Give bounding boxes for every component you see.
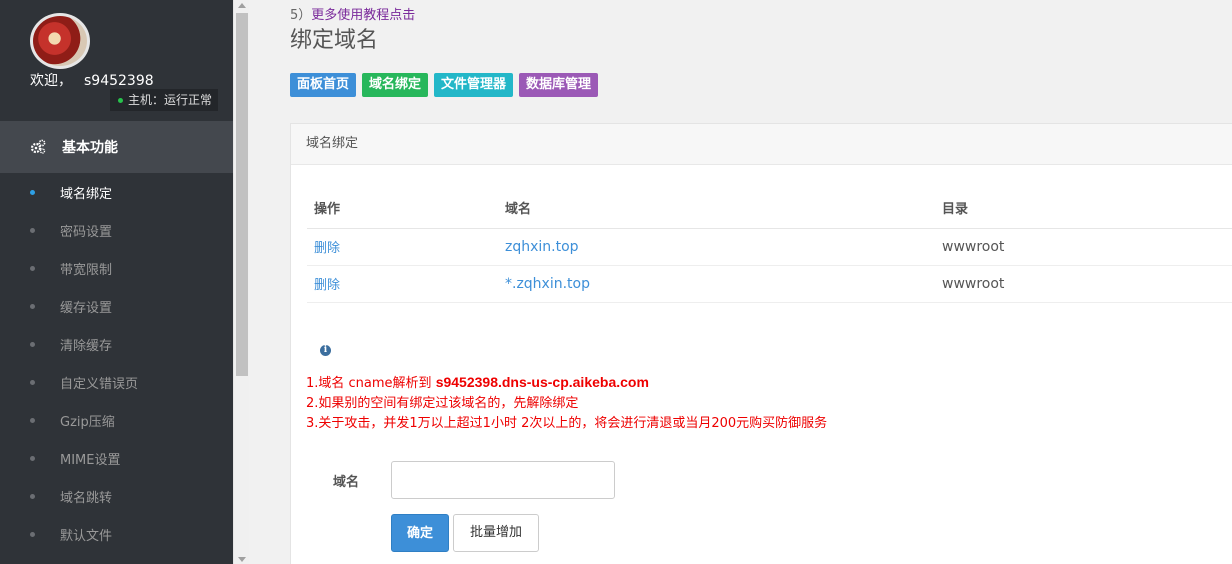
sidebar-item-label: 自定义错误页 <box>60 376 139 392</box>
panel-home-button[interactable]: 面板首页 <box>290 73 357 97</box>
bullet-icon <box>30 531 35 537</box>
sidebar-item-label: MIME设置 <box>60 452 121 468</box>
note-line-3: 3.关于攻击，并发1万以上超过1小时 2次以上的，将会进行清退或当月200元购买… <box>306 416 828 431</box>
sidebar: 欢迎， s9452398 主机：运行正常 基本功能 域名绑定 密码设置 带宽限制 … <box>0 0 233 564</box>
delete-link[interactable]: 删除 <box>307 265 505 303</box>
sidebar-item-domain-binding[interactable]: 域名绑定 <box>0 173 233 211</box>
note-line-1-text: 1.域名 cname解析到 <box>306 376 436 391</box>
bullet-icon <box>30 227 35 233</box>
domain-binding-button[interactable]: 域名绑定 <box>362 73 429 97</box>
domain-table: 操作 域名 目录 删除 zqhxin.top wwwroot 删除 *.zqhx… <box>307 187 1232 303</box>
quick-nav-buttons: 面板首页 域名绑定 文件管理器 数据库管理 <box>290 73 599 97</box>
sidebar-item-cache-settings[interactable]: 缓存设置 <box>0 287 233 325</box>
scroll-up-arrow-icon[interactable] <box>238 3 246 8</box>
sidebar-item-domain-redirect[interactable]: 域名跳转 <box>0 477 233 515</box>
status-dot-icon <box>118 98 123 103</box>
domain-field-label: 域名 <box>333 475 360 490</box>
directory-cell: wwwroot <box>942 265 1232 303</box>
welcome-text: 欢迎， s9452398 <box>30 70 154 90</box>
host-status-badge: 主机：运行正常 <box>110 89 219 111</box>
sidebar-item-gzip[interactable]: Gzip压缩 <box>0 401 233 439</box>
sidebar-item-label: 域名跳转 <box>60 490 113 506</box>
info-icon: i <box>320 345 331 356</box>
binding-notes: 1.域名 cname解析到 s9452398.dns-us-cp.aikeba.… <box>306 372 827 434</box>
sidebar-item-label: 默认文件 <box>60 528 113 544</box>
gears-icon <box>30 139 46 154</box>
column-header-directory: 目录 <box>942 187 1232 229</box>
column-header-action: 操作 <box>307 187 505 229</box>
note-line-1: 1.域名 cname解析到 s9452398.dns-us-cp.aikeba.… <box>306 372 827 394</box>
table-header-row: 操作 域名 目录 <box>307 187 1232 229</box>
bullet-icon <box>30 341 35 347</box>
sidebar-section-basic[interactable]: 基本功能 <box>0 121 233 173</box>
sidebar-item-error-pages[interactable]: 自定义错误页 <box>0 363 233 401</box>
avatar[interactable] <box>30 13 90 69</box>
sidebar-section-title: 基本功能 <box>62 140 118 156</box>
bullet-icon <box>30 265 35 271</box>
username: s9452398 <box>84 73 154 89</box>
sidebar-item-label: 密码设置 <box>60 224 113 240</box>
column-header-domain: 域名 <box>505 187 942 229</box>
profile-area: 欢迎， s9452398 主机：运行正常 <box>0 0 233 120</box>
breadcrumb: 5）更多使用教程点击 <box>290 4 415 23</box>
host-status-text: 主机：运行正常 <box>128 93 213 107</box>
bullet-icon <box>30 379 35 385</box>
sidebar-item-bandwidth[interactable]: 带宽限制 <box>0 249 233 287</box>
sidebar-scrollbar[interactable] <box>233 0 249 564</box>
directory-cell: wwwroot <box>942 228 1232 266</box>
sidebar-menu: 域名绑定 密码设置 带宽限制 缓存设置 清除缓存 自定义错误页 Gzip压缩 M… <box>0 173 233 553</box>
sidebar-item-label: 带宽限制 <box>60 262 113 278</box>
batch-add-button[interactable]: 批量增加 <box>453 514 539 552</box>
sidebar-item-mime[interactable]: MIME设置 <box>0 439 233 477</box>
domain-cell[interactable]: *.zqhxin.top <box>505 265 942 303</box>
sidebar-item-label: 缓存设置 <box>60 300 113 316</box>
sidebar-item-default-file[interactable]: 默认文件 <box>0 515 233 553</box>
main-content: 5）更多使用教程点击 绑定域名 面板首页 域名绑定 文件管理器 数据库管理 域名… <box>249 0 1232 564</box>
domain-binding-panel: 域名绑定 操作 域名 目录 删除 zqhxin.top wwwroot 删除 *… <box>290 123 1232 564</box>
file-manager-button[interactable]: 文件管理器 <box>434 73 514 97</box>
note-line-2: 2.如果别的空间有绑定过该域名的，先解除绑定 <box>306 396 579 411</box>
sidebar-item-label: 域名绑定 <box>60 186 113 202</box>
bullet-icon <box>30 455 35 461</box>
bullet-icon <box>30 189 35 195</box>
sidebar-item-label: Gzip压缩 <box>60 414 115 430</box>
table-row: 删除 *.zqhxin.top wwwroot <box>307 265 1232 303</box>
tutorial-link[interactable]: 更多使用教程点击 <box>311 8 415 23</box>
breadcrumb-prefix: 5） <box>290 8 312 23</box>
bullet-icon <box>30 417 35 423</box>
page-title: 绑定域名 <box>290 28 379 53</box>
cname-target: s9452398.dns-us-cp.aikeba.com <box>435 374 649 390</box>
delete-link[interactable]: 删除 <box>307 228 505 266</box>
welcome-label: 欢迎， <box>30 73 72 89</box>
bullet-icon <box>30 303 35 309</box>
confirm-button[interactable]: 确定 <box>391 514 449 552</box>
bullet-icon <box>30 493 35 499</box>
panel-title: 域名绑定 <box>291 124 1232 165</box>
table-row: 删除 zqhxin.top wwwroot <box>307 228 1232 266</box>
scrollbar-thumb[interactable] <box>236 13 248 376</box>
scroll-down-arrow-icon[interactable] <box>238 557 246 562</box>
sidebar-item-clear-cache[interactable]: 清除缓存 <box>0 325 233 363</box>
database-manager-button[interactable]: 数据库管理 <box>519 73 599 97</box>
sidebar-item-label: 清除缓存 <box>60 338 113 354</box>
domain-cell[interactable]: zqhxin.top <box>505 228 942 266</box>
domain-input[interactable] <box>391 461 615 499</box>
sidebar-item-password[interactable]: 密码设置 <box>0 211 233 249</box>
